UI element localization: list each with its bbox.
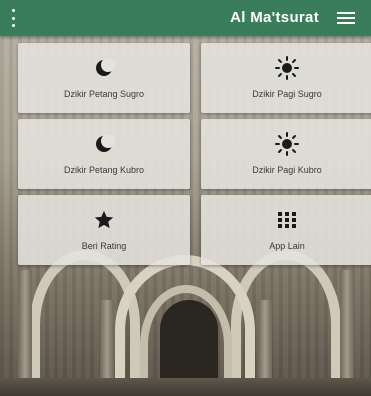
- hamburger-menu-icon[interactable]: [337, 12, 355, 24]
- menu-card-label: App Lain: [269, 241, 305, 251]
- app-title: Al Ma'tsurat: [230, 9, 319, 26]
- menu-card-dzikir-petang-sugro[interactable]: Dzikir Petang Sugro: [18, 43, 190, 113]
- menu-card-label: Dzikir Petang Kubro: [63, 165, 145, 175]
- menu-card-dzikir-pagi-sugro[interactable]: Dzikir Pagi Sugro: [201, 43, 371, 113]
- menu-card-dzikir-pagi-kubro[interactable]: Dzikir Pagi Kubro: [201, 119, 371, 189]
- app-bar: Al Ma'tsurat: [0, 0, 371, 36]
- crescent-moon-icon: [18, 133, 190, 155]
- menu-card-label: Dzikir Petang Sugro: [63, 89, 145, 99]
- grid-apps-icon: [201, 209, 371, 231]
- sun-icon: [201, 132, 371, 156]
- star-icon: [18, 209, 190, 231]
- crescent-moon-icon: [18, 57, 190, 79]
- sun-icon: [201, 56, 371, 80]
- menu-card-label: Dzikir Pagi Kubro: [252, 165, 322, 175]
- menu-card-beri-rating[interactable]: Beri Rating: [18, 195, 190, 265]
- kebab-menu-icon[interactable]: [10, 9, 16, 27]
- menu-card-dzikir-petang-kubro[interactable]: Dzikir Petang Kubro: [18, 119, 190, 189]
- menu-card-label: Dzikir Pagi Sugro: [252, 89, 322, 99]
- menu-card-app-lain[interactable]: App Lain: [201, 195, 371, 265]
- menu-card-label: Beri Rating: [81, 241, 127, 251]
